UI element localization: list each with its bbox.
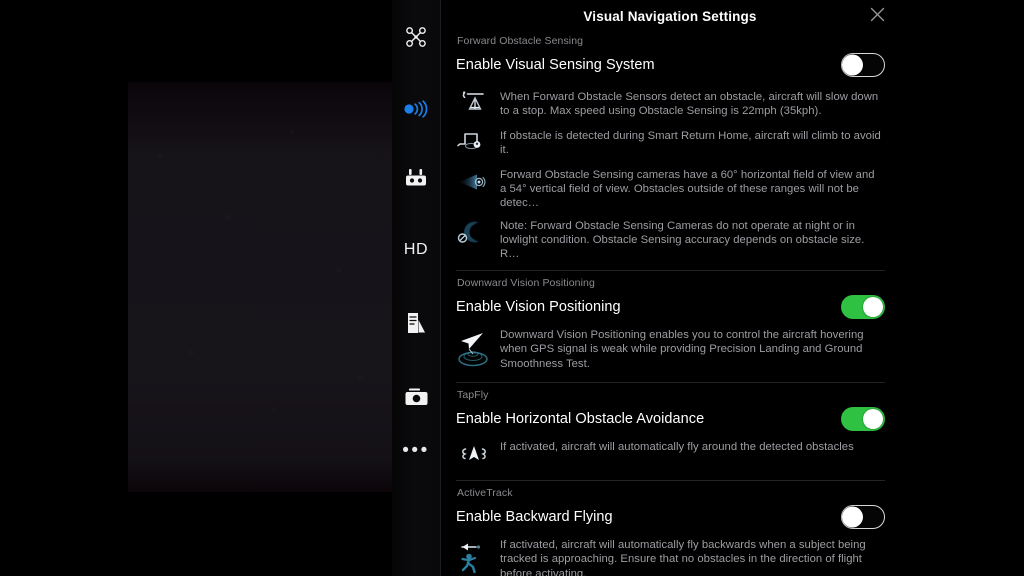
description-item: Note: Forward Obstacle Sensing Cameras d… [456, 215, 885, 266]
setting-label: Enable Horizontal Obstacle Avoidance [456, 411, 705, 428]
section-downward-vision-positioning: Downward Vision Positioning Enable Visio… [456, 275, 885, 377]
setting-label: Enable Visual Sensing System [456, 57, 655, 73]
toggle-enable-backward-flying[interactable] [841, 505, 885, 530]
group-label: Downward Vision Positioning [457, 277, 595, 290]
rail-item-image-transmission[interactable]: HD [392, 214, 440, 286]
description-text: If activated, aircraft will automaticall… [500, 539, 866, 576]
visual-navigation-settings-panel: Visual Navigation Settings Forward Obsta… [440, 0, 899, 576]
description-item: If activated, aircraft will automaticall… [456, 436, 885, 475]
obstacle-stop-icon [456, 90, 492, 121]
rail-item-more[interactable]: ••• [392, 434, 440, 522]
video-feed-stage [0, 0, 392, 576]
description-item: When Forward Obstacle Sensors detect an … [456, 86, 885, 125]
video-noise-overlay [128, 82, 392, 492]
aircraft-battery-icon [405, 311, 427, 335]
close-icon [870, 7, 885, 27]
toggle-knob [842, 54, 863, 76]
description-item: Forward Obstacle Sensing cameras have a … [456, 164, 885, 215]
setting-row-vision-positioning[interactable]: Enable Vision Positioning [456, 290, 885, 324]
section-divider [456, 480, 885, 482]
toggle-knob [863, 297, 883, 318]
setting-label: Enable Vision Positioning [456, 299, 621, 316]
rail-item-general-settings[interactable] [392, 286, 440, 360]
toggle-knob [842, 506, 863, 528]
section-tapfly: TapFly Enable Horizontal Obstacle Avoida… [456, 387, 885, 475]
group-label: TapFly [457, 389, 489, 402]
section-divider [456, 382, 885, 384]
toggle-enable-visual-sensing-system[interactable] [841, 53, 885, 77]
section-divider [456, 270, 885, 272]
return-home-climb-icon [456, 129, 492, 160]
camera-icon [404, 386, 429, 408]
description-text: If obstacle is detected during Smart Ret… [500, 130, 881, 157]
close-button[interactable] [865, 5, 889, 29]
group-label: Forward Obstacle Sensing [457, 35, 584, 47]
backward-flying-icon [456, 538, 492, 576]
setting-row-backward-flying[interactable]: Enable Backward Flying [456, 500, 885, 534]
hd-icon: HD [403, 241, 429, 258]
rail-item-remote-controller[interactable] [392, 144, 440, 214]
toggle-enable-vision-positioning[interactable] [841, 295, 885, 320]
toggle-knob [863, 409, 883, 430]
description-text: Downward Vision Positioning enables you … [500, 329, 864, 370]
hover-landing-icon [456, 328, 492, 373]
description-item: If obstacle is detected during Smart Ret… [456, 125, 885, 164]
live-video-preview [128, 82, 392, 492]
rail-item-aircraft[interactable] [392, 0, 440, 74]
settings-scroll-body[interactable]: Forward Obstacle Sensing Enable Visual S… [441, 33, 899, 576]
app-root: HD ••• Visual Navigation Settings Forwar… [0, 0, 1024, 576]
drone-icon [405, 26, 427, 48]
page-title: Visual Navigation Settings [583, 9, 757, 24]
description-item: Downward Vision Positioning enables you … [456, 324, 885, 377]
rail-item-vision-sensing[interactable] [392, 74, 440, 144]
vision-sensing-icon [403, 100, 429, 118]
description-text: Forward Obstacle Sensing cameras have a … [500, 169, 875, 210]
remote-controller-icon [404, 168, 428, 190]
fly-around-obstacle-icon [456, 440, 492, 471]
setting-label: Enable Backward Flying [456, 509, 613, 526]
section-activetrack: ActiveTrack Enable Backward Flying If ac… [456, 485, 885, 576]
setting-row-visual-sensing-system[interactable]: Enable Visual Sensing System [456, 48, 885, 82]
setting-row-horizontal-obstacle-avoidance[interactable]: Enable Horizontal Obstacle Avoidance [456, 402, 885, 436]
group-label: ActiveTrack [457, 487, 513, 500]
section-forward-obstacle-sensing: Forward Obstacle Sensing Enable Visual S… [456, 33, 885, 265]
field-of-view-icon [456, 168, 492, 199]
description-text: If activated, aircraft will automaticall… [500, 441, 854, 454]
more-dots-icon: ••• [402, 440, 430, 461]
night-mode-icon [456, 219, 492, 250]
description-text: Note: Forward Obstacle Sensing Cameras d… [500, 219, 865, 261]
description-item: If activated, aircraft will automaticall… [456, 534, 885, 576]
settings-icon-rail: HD ••• [392, 0, 440, 576]
description-text: When Forward Obstacle Sensors detect an … [500, 91, 879, 118]
toggle-enable-horizontal-obstacle-avoidance[interactable] [841, 407, 885, 432]
rail-item-camera-settings[interactable] [392, 360, 440, 434]
panel-header: Visual Navigation Settings [441, 0, 899, 33]
